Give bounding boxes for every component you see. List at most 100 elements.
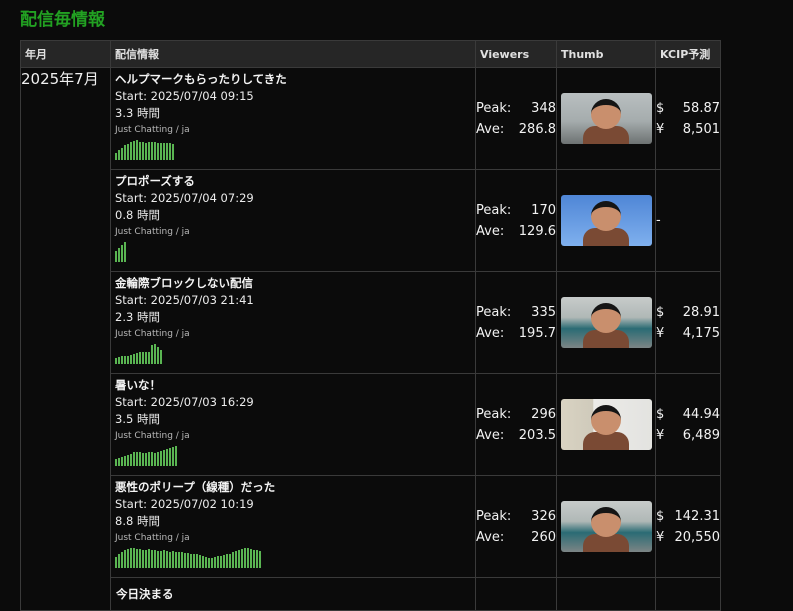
stream-title[interactable]: 悪性のポリープ（線種）だった bbox=[115, 479, 475, 496]
stream-title[interactable]: プロポーズする bbox=[115, 173, 475, 190]
sparkline-bar bbox=[163, 550, 165, 568]
sparkline-bar bbox=[199, 555, 201, 568]
thumbnail-face bbox=[590, 303, 621, 333]
stream-title[interactable]: 暑いな！ bbox=[115, 377, 475, 394]
kcip-cell: $44.94 ¥6,489 bbox=[655, 373, 721, 476]
ave-value: 195.7 bbox=[518, 325, 556, 341]
sparkline-bar bbox=[235, 551, 237, 568]
sparkline-bar bbox=[127, 455, 129, 466]
sparkline-bar bbox=[208, 558, 210, 568]
peak-value: 348 bbox=[531, 100, 556, 116]
kcip-jpy: 8,501 bbox=[682, 121, 720, 137]
sparkline-bar bbox=[169, 143, 171, 160]
stream-thumbnail[interactable] bbox=[560, 195, 652, 246]
thumbnail-face bbox=[590, 405, 621, 435]
sparkline-bar bbox=[229, 554, 231, 568]
ave-label: Ave: bbox=[476, 325, 505, 341]
usd-symbol: $ bbox=[656, 304, 665, 320]
col-header-stream-info[interactable]: 配信情報 bbox=[110, 40, 476, 68]
sparkline-bar bbox=[115, 358, 117, 364]
stream-thumbnail[interactable] bbox=[560, 501, 652, 552]
sparkline-bar bbox=[136, 140, 138, 160]
sparkline-bar bbox=[115, 153, 117, 160]
sparkline-bar bbox=[247, 548, 249, 568]
peak-value: 170 bbox=[531, 202, 556, 218]
col-header-kcip[interactable]: KCIP予測 bbox=[655, 40, 721, 68]
stream-start: Start: 2025/07/04 09:15 bbox=[115, 89, 254, 103]
sparkline-bar bbox=[154, 453, 156, 466]
kcip-cell: - bbox=[655, 169, 721, 272]
sparkline-bar bbox=[148, 352, 150, 364]
sparkline-bar bbox=[148, 549, 150, 568]
sparkline-bar bbox=[250, 549, 252, 568]
col-header-viewers[interactable]: Viewers bbox=[475, 40, 557, 68]
sparkline-bar bbox=[202, 556, 204, 568]
sparkline-bar bbox=[148, 452, 150, 466]
sparkline-bar bbox=[118, 150, 120, 160]
sparkline-bar bbox=[139, 352, 141, 364]
stream-start: Start: 2025/07/02 10:19 bbox=[115, 497, 254, 511]
sparkline-bar bbox=[256, 550, 258, 568]
month-label: 2025年7月 bbox=[21, 70, 99, 88]
table-row: 今日決まる bbox=[21, 577, 721, 611]
peak-value: 326 bbox=[531, 508, 556, 524]
sparkline-bar bbox=[253, 550, 255, 568]
stream-duration: 2.3 時間 bbox=[115, 310, 160, 324]
sparkline-bar bbox=[142, 352, 144, 364]
sparkline-bar bbox=[172, 144, 174, 160]
stream-title[interactable]: 金輪際ブロックしない配信 bbox=[115, 275, 475, 292]
sparkline-bar bbox=[214, 557, 216, 568]
viewers-cell: Peak: 326 Ave: 260 bbox=[475, 475, 557, 578]
thumb-cell bbox=[556, 577, 656, 611]
sparkline-bar bbox=[133, 548, 135, 568]
sparkline-bar bbox=[190, 554, 192, 568]
sparkline-bar bbox=[157, 452, 159, 466]
sparkline-bar bbox=[154, 550, 156, 568]
sparkline-bar bbox=[154, 142, 156, 160]
stream-title[interactable]: 今日決まる bbox=[112, 582, 474, 606]
kcip-cell: $58.87 ¥8,501 bbox=[655, 67, 721, 170]
stream-thumbnail[interactable] bbox=[560, 93, 652, 144]
usd-symbol: $ bbox=[656, 406, 665, 422]
table-row: 金輪際ブロックしない配信 Start: 2025/07/03 21:41 2.3… bbox=[21, 271, 721, 374]
thumb-cell bbox=[556, 475, 656, 578]
stream-thumbnail[interactable] bbox=[560, 297, 652, 348]
sparkline-bar bbox=[232, 552, 234, 568]
sparkline-bar bbox=[115, 459, 117, 466]
sparkline-bar bbox=[127, 356, 129, 364]
sparkline-bar bbox=[115, 251, 117, 262]
stream-thumbnail[interactable] bbox=[560, 399, 652, 450]
viewers-cell: Peak: 348 Ave: 286.8 bbox=[475, 67, 557, 170]
viewer-sparkline bbox=[115, 140, 475, 160]
sparkline-bar bbox=[124, 242, 126, 262]
stream-category: Just Chatting / ja bbox=[115, 431, 190, 441]
sparkline-bar bbox=[118, 458, 120, 466]
sparkline-bar bbox=[121, 552, 123, 568]
jpy-symbol: ¥ bbox=[656, 529, 665, 545]
stream-title[interactable]: ヘルプマークもらったりしてきた bbox=[115, 71, 475, 88]
sparkline-bar bbox=[238, 550, 240, 568]
stream-category: Just Chatting / ja bbox=[115, 125, 190, 135]
peak-label: Peak: bbox=[476, 100, 512, 116]
sparkline-bar bbox=[151, 452, 153, 466]
sparkline-bar bbox=[196, 554, 198, 568]
col-header-thumb[interactable]: Thumb bbox=[556, 40, 656, 68]
table-row: 悪性のポリープ（線種）だった Start: 2025/07/02 10:19 8… bbox=[21, 475, 721, 578]
kcip-jpy: 20,550 bbox=[674, 529, 721, 545]
sparkline-bar bbox=[124, 145, 126, 160]
sparkline-bar bbox=[166, 449, 168, 466]
peak-label: Peak: bbox=[476, 406, 512, 422]
col-header-month[interactable]: 年月 bbox=[20, 40, 111, 68]
kcip-usd: 28.91 bbox=[682, 304, 720, 320]
sparkline-bar bbox=[151, 345, 153, 364]
stream-table: 年月 配信情報 Viewers Thumb KCIP予測 2025年7月 ヘルプ… bbox=[20, 40, 721, 611]
kcip-usd: 142.31 bbox=[674, 508, 721, 524]
sparkline-bar bbox=[118, 554, 120, 568]
sparkline-bar bbox=[127, 144, 129, 160]
sparkline-bar bbox=[181, 552, 183, 568]
sparkline-bar bbox=[244, 548, 246, 568]
thumbnail-face bbox=[590, 201, 621, 231]
sparkline-bar bbox=[205, 557, 207, 568]
sparkline-bar bbox=[226, 554, 228, 568]
sparkline-bar bbox=[157, 347, 159, 364]
